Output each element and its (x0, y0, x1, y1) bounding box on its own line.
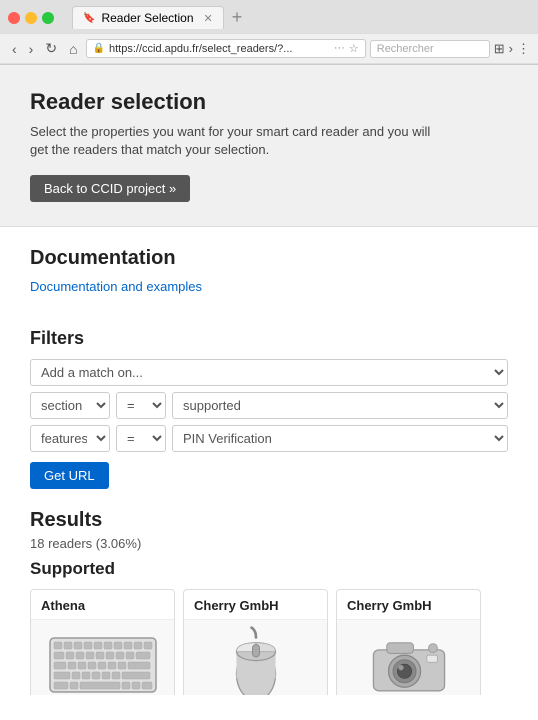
filter-value-2[interactable]: PIN Verification (172, 425, 508, 452)
forward-button[interactable]: › (25, 39, 38, 59)
hero-description: Select the properties you want for your … (30, 123, 450, 159)
card-image-athena (31, 620, 174, 695)
filter-operator-1[interactable]: = (116, 392, 166, 419)
keyboard-icon (48, 630, 158, 695)
nav-bar: ‹ › ↻ ⌂ 🔒 https://ccid.apdu.fr/select_re… (0, 33, 538, 64)
search-placeholder: Rechercher (377, 43, 434, 55)
tab-bar: 🔖 Reader Selection ✕ + (64, 6, 256, 29)
window-controls (8, 12, 54, 24)
menu-icon[interactable]: ⋮ (517, 41, 530, 57)
active-tab[interactable]: 🔖 Reader Selection ✕ (72, 6, 224, 29)
toolbar-icons: ⊞ › ⋮ (494, 41, 530, 57)
hero-section: Reader selection Select the properties y… (0, 65, 538, 227)
supported-subtitle: Supported (30, 559, 508, 579)
get-url-button[interactable]: Get URL (30, 462, 109, 489)
camera-icon (369, 630, 449, 695)
refresh-button[interactable]: ↻ (41, 38, 61, 59)
reader-card-cherry-1[interactable]: Cherry GmbH (183, 589, 328, 695)
bookmark-icon: ☆ (349, 42, 359, 55)
add-match-row: Add a match on... (30, 359, 508, 386)
tab-icon: 🔖 (83, 13, 95, 24)
card-name-athena: Athena (31, 590, 174, 620)
minimize-button[interactable] (25, 12, 37, 24)
tab-close-button[interactable]: ✕ (204, 12, 213, 25)
address-icons: ··· ☆ (334, 42, 359, 55)
filter-operator-2[interactable]: = (116, 425, 166, 452)
card-name-cherry-2: Cherry GmbH (337, 590, 480, 620)
browser-chrome: 🔖 Reader Selection ✕ + ‹ › ↻ ⌂ 🔒 https:/… (0, 0, 538, 65)
documentation-title: Documentation (30, 247, 508, 270)
page-title: Reader selection (30, 89, 508, 115)
chevron-right-icon: › (509, 41, 513, 56)
filter-field-1[interactable]: section (30, 392, 110, 419)
new-tab-button[interactable]: + (226, 7, 249, 28)
lock-icon: 🔒 (93, 43, 105, 54)
add-match-select[interactable]: Add a match on... (30, 359, 508, 386)
documentation-link[interactable]: Documentation and examples (30, 279, 202, 294)
filter-row-1: section = supported (30, 392, 508, 419)
address-text: https://ccid.apdu.fr/select_readers/?... (109, 43, 330, 55)
results-section: Results 18 readers (3.06%) Supported Ath… (30, 509, 508, 695)
filter-row-2: features = PIN Verification (30, 425, 508, 452)
extensions-icon: ⊞ (494, 41, 505, 57)
main-content: Documentation Documentation and examples… (0, 227, 538, 695)
home-button[interactable]: ⌂ (65, 39, 81, 59)
title-bar: 🔖 Reader Selection ✕ + (0, 0, 538, 33)
documentation-section: Documentation Documentation and examples (30, 247, 508, 312)
cards-grid: Athena (30, 589, 508, 695)
reader-card-cherry-2[interactable]: Cherry GmbH (336, 589, 481, 695)
card-image-cherry-2 (337, 620, 480, 695)
results-title: Results (30, 509, 508, 532)
filters-title: Filters (30, 328, 508, 349)
filters-section: Filters Add a match on... section = supp… (30, 328, 508, 489)
page-content: Reader selection Select the properties y… (0, 65, 538, 695)
card-image-cherry-1 (184, 620, 327, 695)
dots-icon: ··· (334, 42, 345, 55)
close-button[interactable] (8, 12, 20, 24)
search-bar[interactable]: Rechercher (370, 40, 490, 58)
filter-value-1[interactable]: supported (172, 392, 508, 419)
maximize-button[interactable] (42, 12, 54, 24)
results-count: 18 readers (3.06%) (30, 536, 508, 551)
back-button[interactable]: ‹ (8, 39, 21, 59)
card-name-cherry-1: Cherry GmbH (184, 590, 327, 620)
tab-label: Reader Selection (101, 11, 193, 25)
filter-field-2[interactable]: features (30, 425, 110, 452)
address-bar[interactable]: 🔒 https://ccid.apdu.fr/select_readers/?.… (86, 39, 366, 58)
back-to-project-button[interactable]: Back to CCID project » (30, 175, 190, 202)
mouse-icon (221, 625, 291, 695)
reader-card-athena[interactable]: Athena (30, 589, 175, 695)
